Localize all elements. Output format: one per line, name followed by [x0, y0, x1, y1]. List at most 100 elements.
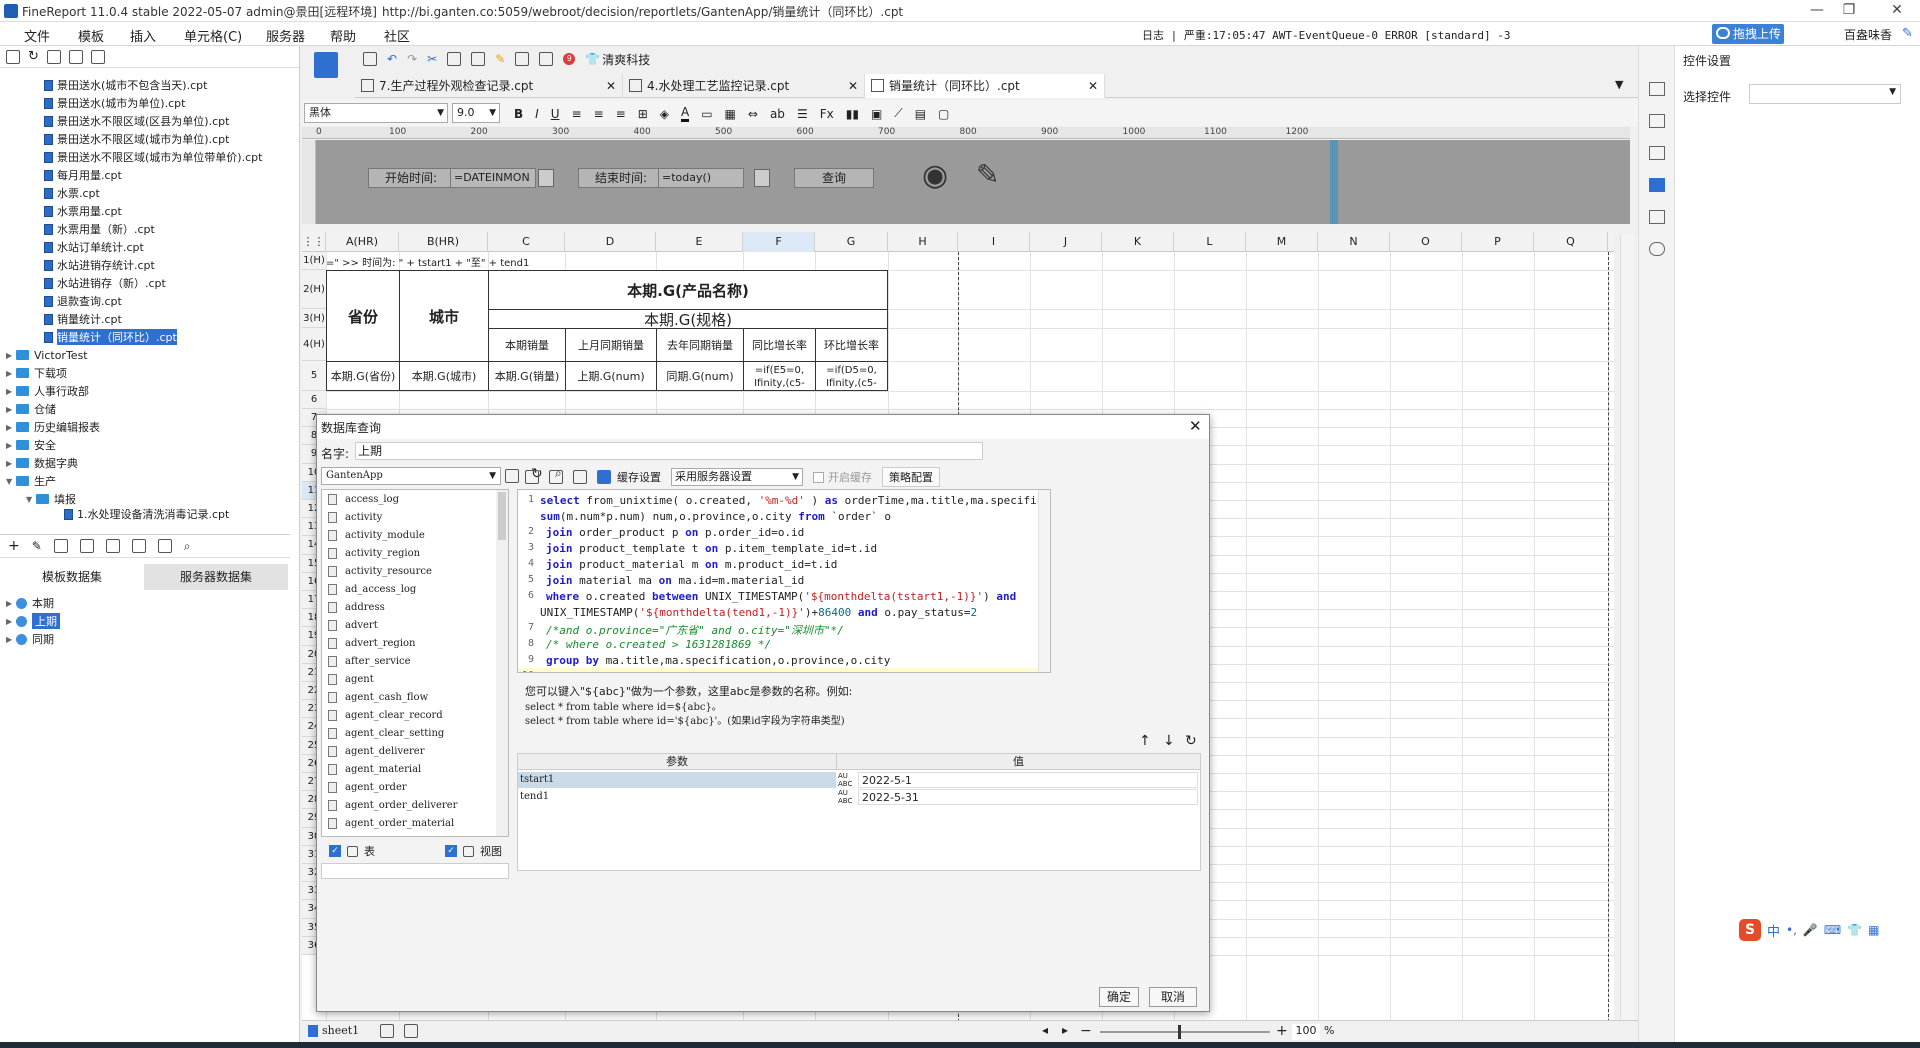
template-file-item[interactable]: 景田送水(城市为单位).cpt — [0, 94, 290, 112]
scroll-right-icon[interactable]: ▸ — [1062, 1023, 1068, 1037]
db-table-item[interactable]: activity_resource — [322, 562, 508, 580]
dataset-item[interactable]: ▶ 上期 — [0, 612, 290, 630]
sql-editor[interactable]: 1 select from_unixtime( o.created, '%m-%d… — [517, 489, 1051, 673]
column-header[interactable]: D — [565, 232, 656, 252]
template-file-item[interactable]: 水票.cpt — [0, 184, 290, 202]
column-header[interactable]: I — [958, 232, 1030, 252]
sheet-vertical-scrollbar[interactable] — [1620, 234, 1634, 1020]
row-header[interactable]: 6 — [302, 391, 326, 409]
collapsed-icon[interactable]: ▶ — [6, 387, 16, 396]
column-header[interactable]: H — [888, 232, 958, 252]
cell-F5[interactable]: =if(E5=0, Ifinity,(c5- — [743, 361, 816, 391]
collapsed-icon[interactable]: ▶ — [6, 369, 16, 378]
save-icon[interactable] — [46, 49, 61, 64]
new-folder-icon[interactable] — [6, 49, 20, 64]
zoom-slider-thumb[interactable] — [1178, 1025, 1181, 1039]
notification-badge[interactable]: 9 — [563, 53, 576, 65]
cell-current-sales-header[interactable]: 本期销量 — [488, 328, 566, 362]
column-header[interactable]: B(HR) — [399, 232, 488, 252]
row-header[interactable]: 3(H) — [302, 309, 326, 328]
column-header[interactable]: L — [1174, 232, 1246, 252]
chart-icon[interactable]: ▮▮ — [846, 107, 859, 121]
restore-button[interactable]: ❐ — [1834, 2, 1864, 20]
add-polyreport-icon[interactable] — [404, 1024, 418, 1038]
row-header[interactable]: 5 — [302, 361, 326, 391]
cell-spec-header[interactable]: 本期.G(规格) — [488, 309, 888, 329]
close-window-button[interactable]: ✕ — [1882, 2, 1912, 20]
table-icon[interactable] — [105, 539, 120, 553]
widget-icon[interactable] — [1649, 146, 1665, 160]
scroll-left-icon[interactable]: ◂ — [1042, 1023, 1048, 1037]
db-table-item[interactable]: agent_clear_setting — [322, 724, 508, 742]
merge-icon[interactable]: ▭ — [701, 107, 712, 121]
connection-icon[interactable] — [157, 539, 172, 553]
align-left-icon[interactable]: ≡ — [572, 107, 582, 121]
close-dialog-icon[interactable]: ✕ — [1189, 417, 1202, 435]
column-header[interactable]: Q — [1534, 232, 1608, 252]
cell-C5[interactable]: 本期.G(销量) — [488, 361, 566, 391]
column-header[interactable]: J — [1030, 232, 1102, 252]
design-mode-icon[interactable] — [314, 52, 338, 78]
db-table-item[interactable]: advert — [322, 616, 508, 634]
tab-template-1[interactable]: 7.生产过程外观检查记录.cpt ✕ — [355, 74, 623, 98]
sheet-tab[interactable]: sheet1 — [322, 1024, 359, 1037]
column-header[interactable]: F — [743, 232, 815, 252]
company-label[interactable]: 清爽科技 — [602, 51, 650, 68]
column-header[interactable]: P — [1462, 232, 1534, 252]
collapsed-icon[interactable]: ▶ — [6, 405, 16, 414]
calendar-icon[interactable] — [538, 169, 554, 187]
param-row-value[interactable]: 2022-5-1 — [858, 772, 1198, 788]
menu-template[interactable]: 模板 — [78, 26, 104, 45]
frame-icon[interactable]: ▢ — [938, 107, 949, 121]
db-table-item[interactable]: address — [322, 598, 508, 616]
column-header[interactable]: A(HR) — [326, 232, 399, 252]
cell-mom-header[interactable]: 环比增长率 — [815, 328, 888, 362]
pencil-icon[interactable]: ✎ — [976, 158, 999, 191]
ok-button[interactable]: 确定 — [1099, 987, 1139, 1007]
query-button[interactable]: 查询 — [794, 168, 874, 188]
tab-server-dataset[interactable]: 服务器数据集 — [144, 564, 288, 590]
folder-item[interactable]: ▶ 仓储 — [0, 400, 290, 418]
ime-mic-icon[interactable]: 🎤 — [1803, 923, 1818, 937]
dataset-item[interactable]: ▶ 本期 — [0, 594, 290, 612]
template-file-item[interactable]: 景田送水不限区域(区县为单位).cpt — [0, 112, 290, 130]
tab-template-2[interactable]: 4.水处理工艺监控记录.cpt ✕ — [623, 74, 865, 98]
expand-icon[interactable]: ▶ — [6, 599, 16, 608]
menu-insert[interactable]: 插入 — [130, 26, 156, 45]
control-settings-icon[interactable] — [1649, 178, 1665, 192]
column-header[interactable]: N — [1318, 232, 1390, 252]
table-filter-input[interactable] — [321, 863, 509, 879]
db-table-item[interactable]: agent_material — [322, 760, 508, 778]
move-down-icon[interactable]: ↓ — [1163, 733, 1175, 749]
condition-icon[interactable] — [1649, 210, 1665, 224]
fill-color-icon[interactable]: ◈ — [660, 107, 669, 121]
cell-B5[interactable]: 本期.G(城市) — [399, 361, 489, 391]
checkbox-table[interactable]: ✓ — [329, 845, 341, 857]
expanded-icon[interactable]: ▼ — [6, 477, 16, 486]
template-file-item[interactable]: 水票用量（新）.cpt — [0, 220, 290, 238]
add-dataset-icon[interactable]: + — [8, 538, 20, 554]
menu-file[interactable]: 文件 — [24, 26, 50, 45]
db-table-item[interactable]: after_service — [322, 652, 508, 670]
template-file-item[interactable]: 销量统计（同环比）.cpt — [0, 328, 290, 346]
split-icon[interactable]: ▦ — [725, 107, 736, 121]
db-table-item[interactable]: ad_access_log — [322, 580, 508, 598]
template-file-item[interactable]: 景田送水不限区域(城市为单位).cpt — [0, 130, 290, 148]
delete-icon[interactable] — [68, 49, 83, 64]
eye-hidden-icon[interactable]: ◉ — [922, 158, 948, 193]
parameter-boundary[interactable] — [1330, 140, 1338, 224]
zoom-value[interactable]: 100 — [1292, 1024, 1320, 1040]
ime-chinese-icon[interactable]: 中 — [1767, 921, 1780, 940]
minimize-button[interactable]: — — [1802, 2, 1832, 20]
italic-icon[interactable]: I — [535, 107, 539, 121]
cancel-button[interactable]: 取消 — [1149, 987, 1197, 1007]
db-table-item[interactable]: agent — [322, 670, 508, 688]
database-icon[interactable] — [131, 539, 146, 553]
collapsed-icon[interactable]: ▶ — [6, 459, 16, 468]
db-table-item[interactable]: agent_clear_record — [322, 706, 508, 724]
wrap-icon[interactable]: ☰ — [797, 107, 808, 121]
template-file-item[interactable]: 景田送水不限区域(城市为单位带单价).cpt — [0, 148, 290, 166]
template-file-item[interactable]: 销量统计.cpt — [0, 310, 290, 328]
collapsed-icon[interactable]: ▶ — [6, 351, 16, 360]
cut-icon[interactable]: ✂ — [427, 52, 437, 66]
